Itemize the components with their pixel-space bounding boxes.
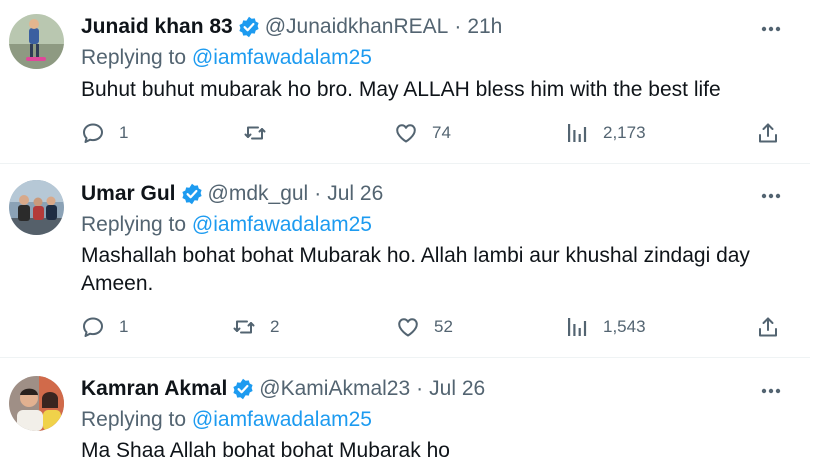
replying-to-line: Replying to @iamfawadalam25: [81, 46, 372, 70]
share-icon: [756, 315, 780, 339]
reply-count: 1: [119, 317, 129, 336]
replying-to-line: Replying to @iamfawadalam25: [81, 408, 372, 432]
views-button[interactable]: 2,173: [565, 121, 646, 145]
reply-count: 1: [119, 123, 129, 142]
heart-icon: [394, 121, 418, 145]
replying-to-mention[interactable]: @iamfawadalam25: [192, 213, 372, 236]
avatar[interactable]: [9, 180, 64, 235]
timestamp[interactable]: 21h: [467, 15, 502, 39]
verified-badge-icon: [181, 183, 203, 205]
replying-to-label: Replying to: [81, 46, 192, 69]
tweet-3[interactable]: Kamran Akmal @KamiAkmal23 · Jul 26 Reply…: [0, 358, 810, 472]
replying-to-mention[interactable]: @iamfawadalam25: [192, 46, 372, 69]
replying-to-label: Replying to: [81, 213, 192, 236]
views-button[interactable]: 1,543: [565, 315, 646, 339]
reply-icon: [81, 315, 105, 339]
like-count: 52: [434, 317, 453, 336]
heart-icon: [396, 315, 420, 339]
share-button[interactable]: [756, 121, 780, 145]
user-handle[interactable]: @KamiAkmal23: [259, 377, 410, 401]
retweet-button[interactable]: 2: [232, 315, 279, 339]
tweet-header: Umar Gul @mdk_gul · Jul 26: [81, 180, 383, 208]
avatar[interactable]: [9, 376, 64, 431]
views-count: 2,173: [603, 123, 646, 142]
retweet-count: 2: [270, 317, 280, 336]
retweet-button[interactable]: [243, 121, 281, 145]
views-chart-icon: [565, 121, 589, 145]
like-button[interactable]: 52: [396, 315, 453, 339]
share-button[interactable]: [756, 315, 780, 339]
tweet-header: Junaid khan 83 @JunaidkhanREAL · 21h: [81, 13, 502, 41]
views-count: 1,543: [603, 317, 646, 336]
more-horizontal-icon[interactable]: [758, 19, 784, 39]
share-icon: [756, 121, 780, 145]
retweet-icon: [243, 121, 267, 145]
separator-dot: ·: [416, 377, 424, 400]
replying-to-mention[interactable]: @iamfawadalam25: [192, 408, 372, 431]
display-name[interactable]: Junaid khan 83: [81, 15, 233, 39]
more-horizontal-icon[interactable]: [758, 186, 784, 206]
tweet-1[interactable]: Junaid khan 83 @JunaidkhanREAL · 21h Rep…: [0, 0, 810, 163]
tweet-header: Kamran Akmal @KamiAkmal23 · Jul 26: [81, 375, 485, 403]
more-horizontal-icon[interactable]: [758, 381, 784, 401]
verified-badge-icon: [238, 16, 260, 38]
timestamp[interactable]: Jul 26: [327, 182, 383, 206]
tweet-2[interactable]: Umar Gul @mdk_gul · Jul 26 Replying to @…: [0, 164, 810, 357]
like-button[interactable]: 74: [394, 121, 451, 145]
retweet-icon: [232, 315, 256, 339]
separator-dot: ·: [454, 15, 462, 38]
user-handle[interactable]: @mdk_gul: [208, 182, 309, 206]
display-name[interactable]: Umar Gul: [81, 182, 176, 206]
replying-to-line: Replying to @iamfawadalam25: [81, 213, 372, 237]
reply-button[interactable]: 1: [81, 121, 128, 145]
user-handle[interactable]: @JunaidkhanREAL: [265, 15, 449, 39]
views-chart-icon: [565, 315, 589, 339]
display-name[interactable]: Kamran Akmal: [81, 377, 227, 401]
tweet-text: Ma Shaa Allah bohat bohat Mubarak ho: [81, 439, 450, 462]
tweet-text: Buhut buhut mubarak ho bro. May ALLAH bl…: [81, 78, 721, 101]
avatar[interactable]: [9, 14, 64, 69]
replying-to-label: Replying to: [81, 408, 192, 431]
separator-dot: ·: [314, 182, 322, 205]
reply-icon: [81, 121, 105, 145]
tweet-text: Mashallah bohat bohat Mubarak ho. Allah …: [81, 244, 750, 295]
like-count: 74: [432, 123, 451, 142]
reply-button[interactable]: 1: [81, 315, 128, 339]
timestamp[interactable]: Jul 26: [429, 377, 485, 401]
verified-badge-icon: [232, 378, 254, 400]
